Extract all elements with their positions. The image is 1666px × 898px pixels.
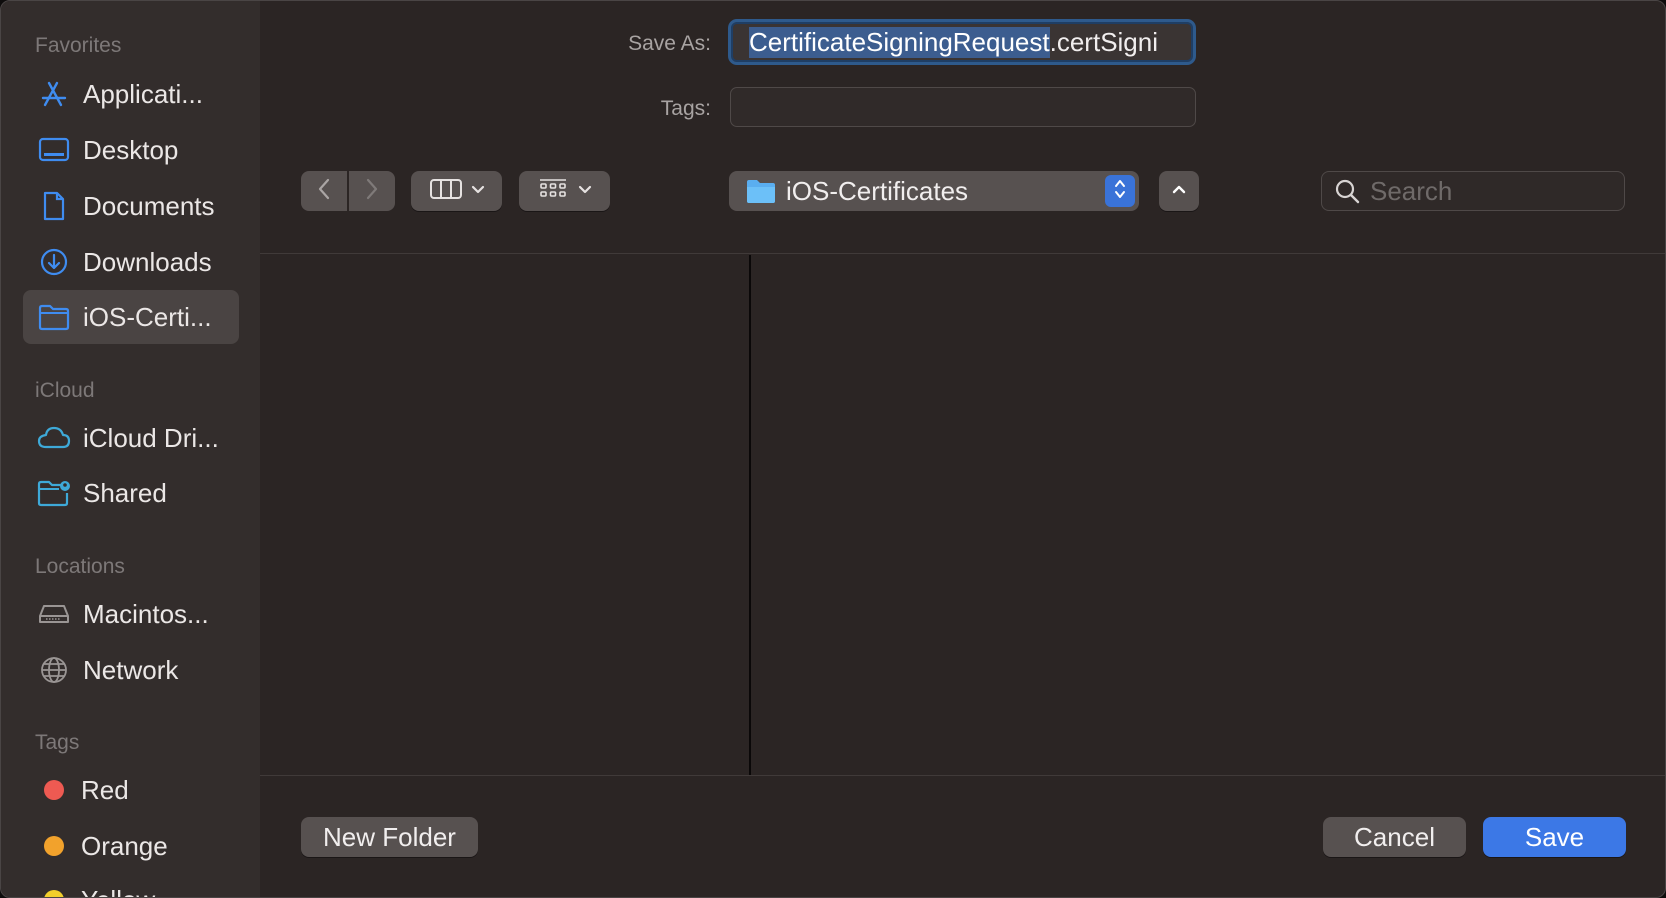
yellow-tag-dot [44,890,64,897]
location-popup[interactable]: iOS-Certificates [729,171,1139,211]
back-button[interactable] [301,171,347,211]
search-placeholder: Search [1370,175,1453,206]
sidebar-section-favorites: Favorites [35,34,122,57]
sidebar-item-label: Documents [83,190,215,221]
sidebar-item-label: Macintos... [83,598,209,629]
save-as-label: Save As: [628,32,711,55]
sidebar-item-downloads[interactable]: Downloads [23,235,239,289]
location-stepper [1105,175,1135,207]
main-panel: Save As: CertificateSigningRequest .certS… [260,1,1665,897]
download-icon [37,245,71,279]
filename-selected-text: CertificateSigningRequest [749,26,1050,58]
forward-button[interactable] [349,171,395,211]
folder-icon [37,300,71,334]
hard-drive-icon [37,597,71,631]
sidebar-item-desktop[interactable]: Desktop [23,123,239,177]
sidebar-item-label: Downloads [83,246,212,277]
cancel-button[interactable]: Cancel [1323,817,1466,857]
sidebar-item-shared[interactable]: Shared [23,466,239,520]
filename-input[interactable]: CertificateSigningRequest .certSigni [728,19,1196,65]
save-dialog: Favorites Applicati... Desktop Documents… [0,0,1666,898]
chevron-right-icon [365,177,379,206]
grid-group-icon [538,177,568,206]
sidebar-item-label: Applicati... [83,78,203,109]
save-button[interactable]: Save [1483,817,1626,857]
search-icon [1334,178,1360,204]
tags-label: Tags: [660,97,711,120]
group-by-button[interactable] [519,171,610,211]
sidebar-item-label: Yellow [81,885,155,898]
sidebar-item-ios-certificates[interactable]: iOS-Certi... [23,290,239,344]
sidebar-item-documents[interactable]: Documents [23,179,239,233]
location-label: iOS-Certificates [786,175,969,206]
sidebar-item-label: Shared [83,477,167,508]
chevron-down-icon [471,182,485,200]
folder-icon [746,178,776,204]
desktop-icon [37,133,71,167]
sidebar-item-label: iCloud Dri... [83,422,219,453]
sidebar-item-network[interactable]: Network [23,643,239,697]
red-tag-dot [44,780,64,800]
shared-folder-icon [37,476,71,510]
sidebar-tag-orange[interactable]: Orange [23,819,239,873]
new-folder-button[interactable]: New Folder [301,817,478,857]
sidebar-item-label: Network [83,654,179,685]
columns-view-icon [429,177,463,206]
tags-input[interactable] [730,87,1196,127]
document-icon [37,189,71,223]
view-mode-button[interactable] [411,171,502,211]
nav-buttons [301,171,395,211]
search-field[interactable]: Search [1321,171,1625,211]
cloud-icon [37,421,71,455]
collapse-dialog-button[interactable] [1159,171,1199,211]
applications-icon [37,77,71,111]
sidebar-item-label: iOS-Certi... [83,301,212,332]
sidebar-section-locations: Locations [35,555,125,578]
sidebar-tag-yellow[interactable]: Yellow [23,873,239,898]
sidebar-item-icloud-drive[interactable]: iCloud Dri... [23,411,239,465]
chevron-left-icon [317,177,331,206]
file-browser-column-1[interactable] [260,254,749,775]
sidebar-section-tags: Tags [35,731,80,754]
up-down-chevron-icon [1113,177,1127,206]
file-browser-column-2[interactable] [751,254,1665,775]
sidebar-item-macintosh-hd[interactable]: Macintos... [23,587,239,641]
sidebar-item-label: Red [81,774,129,805]
sidebar-section-icloud: iCloud [35,379,95,402]
sidebar: Favorites Applicati... Desktop Documents… [1,1,260,897]
footer-divider [260,775,1665,776]
sidebar-item-applications[interactable]: Applicati... [23,67,239,121]
sidebar-tag-red[interactable]: Red [23,763,239,817]
orange-tag-dot [44,836,64,856]
sidebar-item-label: Orange [81,830,168,861]
chevron-down-icon [578,182,592,200]
globe-icon [37,653,71,687]
sidebar-item-label: Desktop [83,134,179,165]
chevron-up-icon [1171,182,1187,200]
filename-extension-text: .certSigni [1049,26,1159,57]
